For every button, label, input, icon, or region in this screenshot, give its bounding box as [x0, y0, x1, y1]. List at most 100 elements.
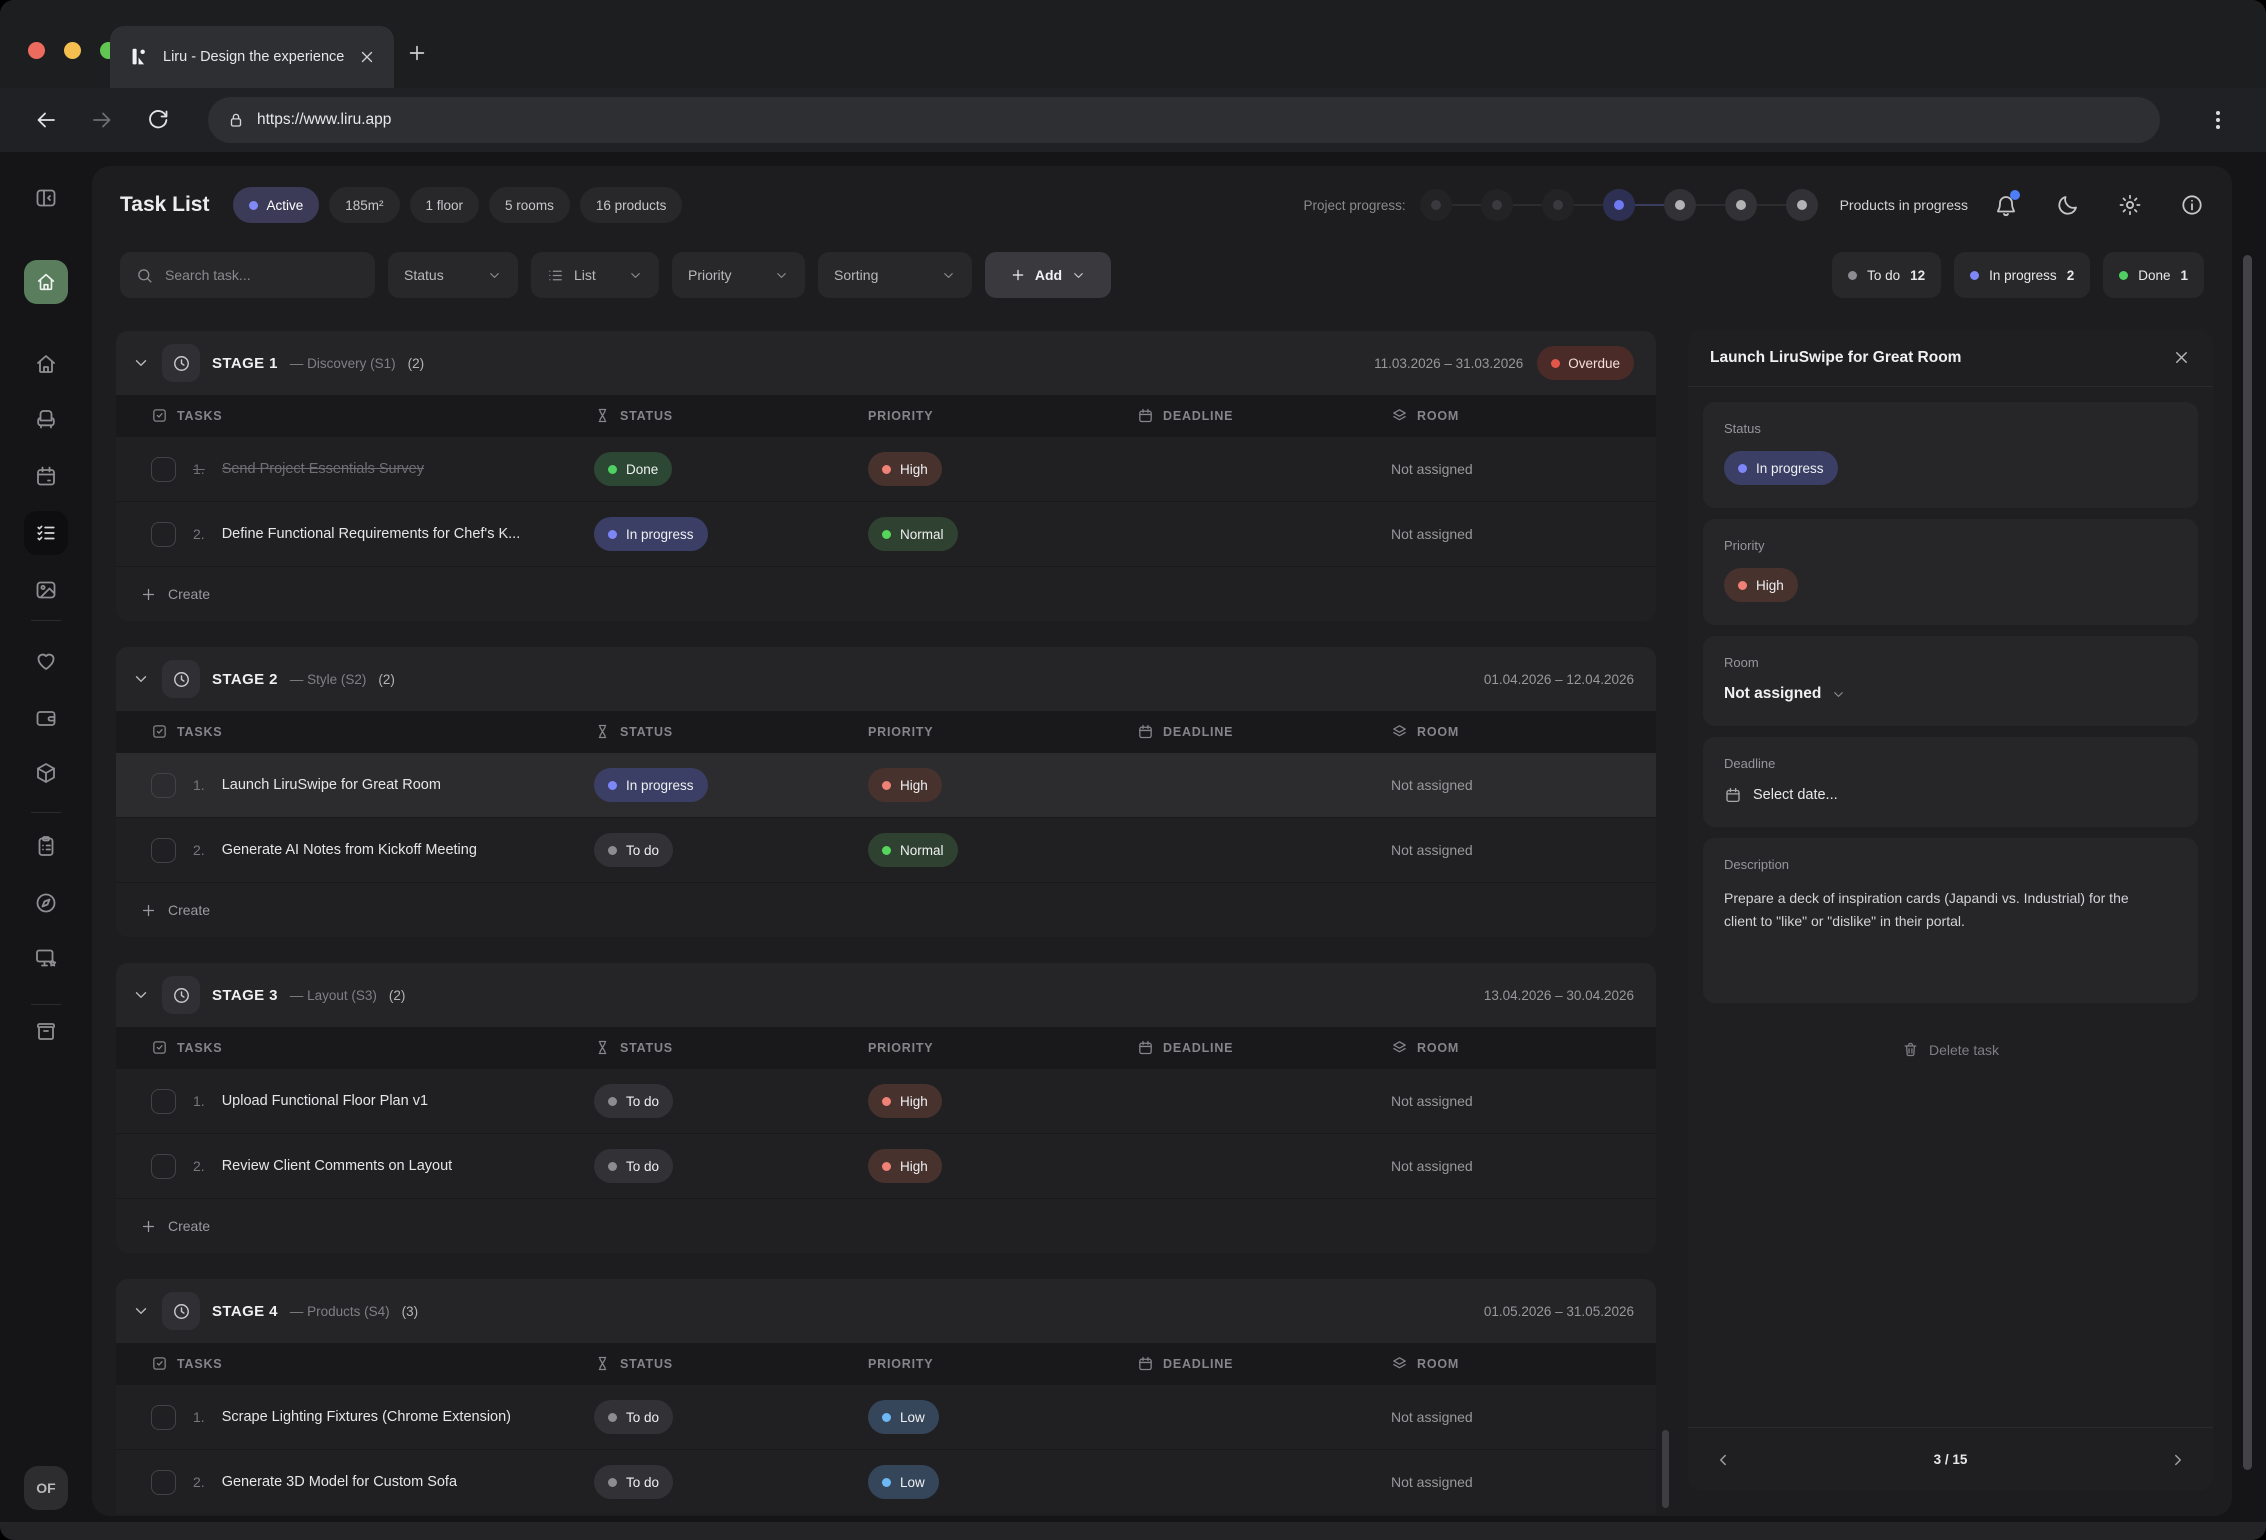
create-task-button[interactable]: Create	[116, 566, 1656, 621]
priority-badge[interactable]: Low	[868, 1465, 939, 1499]
nav-tasks-active[interactable]	[24, 511, 68, 555]
chevron-left-icon[interactable]	[1714, 1451, 1732, 1469]
task-checkbox[interactable]	[151, 522, 176, 547]
chevron-down-icon[interactable]	[132, 354, 150, 372]
progress-dot[interactable]	[1725, 189, 1757, 221]
nav-gallery-icon[interactable]	[34, 578, 58, 602]
address-bar[interactable]: https://www.liru.app	[208, 97, 2160, 143]
room-cell[interactable]: Not assigned	[1391, 461, 1656, 477]
tab-close-icon[interactable]	[358, 48, 376, 66]
status-badge[interactable]: To do	[594, 833, 673, 867]
task-title[interactable]: Generate AI Notes from Kickoff Meeting	[222, 842, 477, 858]
priority-badge[interactable]: High	[1724, 568, 1798, 602]
deadline-picker[interactable]: Select date...	[1724, 786, 2177, 804]
nav-products-icon[interactable]	[34, 761, 58, 785]
task-row[interactable]: 2.Review Client Comments on Layout To do…	[116, 1133, 1656, 1198]
nav-furniture-icon[interactable]	[34, 407, 58, 431]
close-window-button[interactable]	[28, 42, 45, 59]
task-title[interactable]: Upload Functional Floor Plan v1	[222, 1093, 428, 1109]
settings-button[interactable]	[2118, 193, 2142, 217]
room-cell[interactable]: Not assigned	[1391, 526, 1656, 542]
task-title[interactable]: Launch LiruSwipe for Great Room	[222, 777, 441, 793]
task-row-selected[interactable]: 1.Launch LiruSwipe for Great Room In pro…	[116, 752, 1656, 817]
chevron-down-icon[interactable]	[132, 986, 150, 1004]
progress-dot[interactable]	[1786, 189, 1818, 221]
task-checkbox[interactable]	[151, 838, 176, 863]
status-badge[interactable]: To do	[594, 1149, 673, 1183]
status-badge[interactable]: In progress	[594, 517, 708, 551]
task-checkbox[interactable]	[151, 773, 176, 798]
task-checkbox[interactable]	[151, 457, 176, 482]
progress-dot[interactable]	[1481, 189, 1513, 221]
new-tab-button[interactable]	[406, 42, 428, 64]
task-title[interactable]: Define Functional Requirements for Chef'…	[222, 526, 521, 542]
task-row[interactable]: 2.Generate AI Notes from Kickoff Meeting…	[116, 817, 1656, 882]
priority-badge[interactable]: High	[868, 1149, 942, 1183]
nav-devices-icon[interactable]	[34, 946, 58, 970]
priority-badge[interactable]: Normal	[868, 833, 958, 867]
room-cell[interactable]: Not assigned	[1391, 842, 1656, 858]
view-mode-dropdown[interactable]: List	[531, 252, 659, 298]
user-avatar[interactable]: OF	[24, 1466, 68, 1510]
progress-dot[interactable]	[1542, 189, 1574, 221]
project-status-pill[interactable]: Active	[233, 187, 319, 223]
priority-badge[interactable]: High	[868, 768, 942, 802]
search-field[interactable]	[163, 266, 359, 284]
nav-calendar-icon[interactable]	[34, 464, 58, 488]
chevron-right-icon[interactable]	[2169, 1451, 2187, 1469]
close-icon[interactable]	[2172, 348, 2191, 367]
room-cell[interactable]: Not assigned	[1391, 1093, 1656, 1109]
inprogress-counter[interactable]: In progress 2	[1954, 252, 2090, 298]
nav-wallet-icon[interactable]	[34, 706, 58, 730]
status-badge[interactable]: To do	[594, 1400, 673, 1434]
task-checkbox[interactable]	[151, 1470, 176, 1495]
task-row[interactable]: 1.Send Project Essentials Survey Done Hi…	[116, 436, 1656, 501]
nav-discover-icon[interactable]	[34, 891, 58, 915]
sidebar-collapse-icon[interactable]	[34, 186, 58, 210]
status-filter-dropdown[interactable]: Status	[388, 252, 518, 298]
task-row[interactable]: 2.Define Functional Requirements for Che…	[116, 501, 1656, 566]
task-row[interactable]: 1.Scrape Lighting Fixtures (Chrome Exten…	[116, 1384, 1656, 1449]
priority-badge[interactable]: Normal	[868, 517, 958, 551]
task-title[interactable]: Send Project Essentials Survey	[222, 461, 424, 477]
task-row[interactable]: 2.Generate 3D Model for Custom Sofa To d…	[116, 1449, 1656, 1514]
stage-header[interactable]: STAGE 1 — Discovery (S1) (2) 11.03.2026 …	[116, 331, 1656, 395]
priority-badge[interactable]: High	[868, 1084, 942, 1118]
minimize-window-button[interactable]	[64, 42, 81, 59]
task-checkbox[interactable]	[151, 1089, 176, 1114]
list-scrollbar-thumb[interactable]	[1662, 1430, 1669, 1508]
active-project-home-button[interactable]	[24, 260, 68, 304]
browser-menu-button[interactable]	[2206, 108, 2230, 132]
status-badge[interactable]: In progress	[594, 768, 708, 802]
nav-archive-icon[interactable]	[34, 1019, 58, 1043]
room-cell[interactable]: Not assigned	[1391, 1409, 1656, 1425]
add-task-button[interactable]: Add	[985, 252, 1111, 298]
room-cell[interactable]: Not assigned	[1391, 1474, 1656, 1490]
priority-filter-dropdown[interactable]: Priority	[672, 252, 805, 298]
stage-header[interactable]: STAGE 4 — Products (S4) (3) 01.05.2026 –…	[116, 1279, 1656, 1343]
task-checkbox[interactable]	[151, 1405, 176, 1430]
reload-button[interactable]	[146, 108, 170, 132]
room-select[interactable]: Not assigned	[1724, 685, 2177, 703]
progress-dot-current[interactable]	[1603, 189, 1635, 221]
progress-dot[interactable]	[1664, 189, 1696, 221]
back-button[interactable]	[34, 108, 58, 132]
sorting-dropdown[interactable]: Sorting	[818, 252, 972, 298]
nav-clipboard-icon[interactable]	[34, 834, 58, 858]
room-cell[interactable]: Not assigned	[1391, 1158, 1656, 1174]
status-badge[interactable]: In progress	[1724, 451, 1838, 485]
priority-badge[interactable]: High	[868, 452, 942, 486]
description-text[interactable]: Prepare a deck of inspiration cards (Jap…	[1724, 887, 2164, 932]
done-counter[interactable]: Done 1	[2103, 252, 2204, 298]
task-title[interactable]: Generate 3D Model for Custom Sofa	[222, 1474, 457, 1490]
create-task-button[interactable]: Create	[116, 1198, 1656, 1253]
task-title[interactable]: Review Client Comments on Layout	[222, 1158, 453, 1174]
theme-toggle-button[interactable]	[2056, 193, 2080, 217]
page-scrollbar-thumb[interactable]	[2243, 255, 2252, 1470]
todo-counter[interactable]: To do 12	[1832, 252, 1941, 298]
status-badge[interactable]: To do	[594, 1465, 673, 1499]
task-title[interactable]: Scrape Lighting Fixtures (Chrome Extensi…	[222, 1409, 511, 1425]
task-row[interactable]: 1.Upload Functional Floor Plan v1 To do …	[116, 1068, 1656, 1133]
status-badge[interactable]: Done	[594, 452, 672, 486]
chevron-down-icon[interactable]	[132, 1302, 150, 1320]
